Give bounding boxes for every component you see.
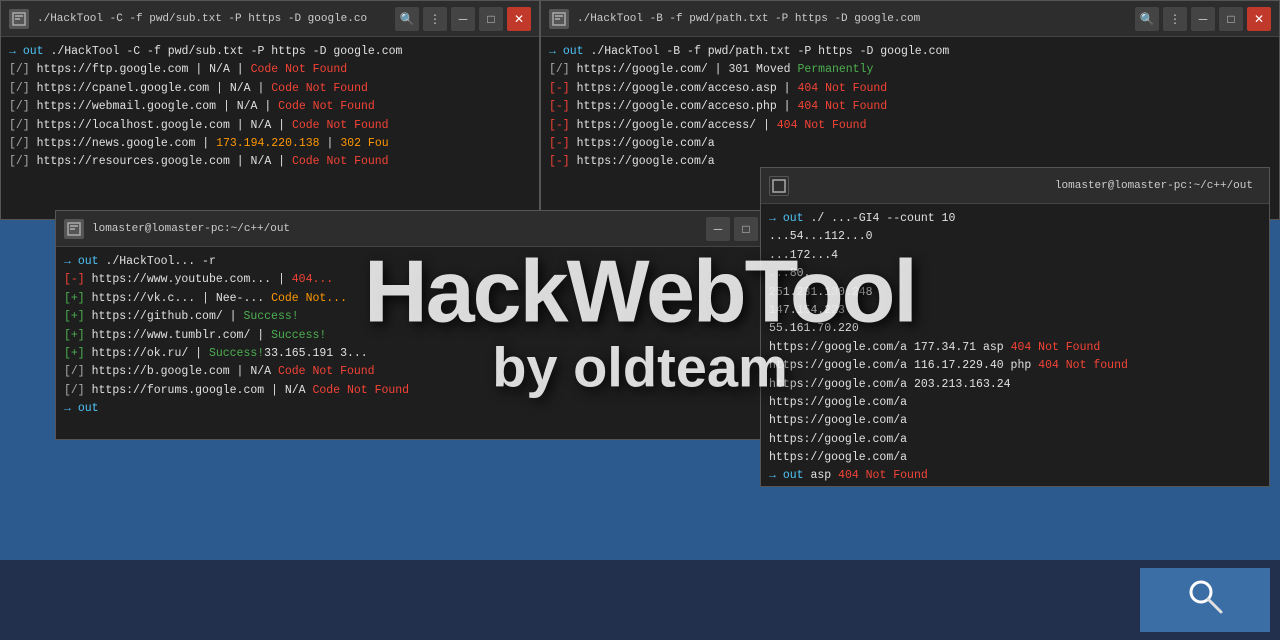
title-text-2: ./HackTool -B -f pwd/path.txt -P https -… xyxy=(577,13,1127,25)
term4-line-2: ...172...4 xyxy=(769,247,1261,265)
terminal-window-3: lomaster@lomaster-pc:~/c++/out ─ □ ✕ → o… xyxy=(55,210,795,440)
term3-line-1: [-] https://www.youtube.com... | 404... xyxy=(64,271,786,289)
titlebar-2: ./HackTool -B -f pwd/path.txt -P https -… xyxy=(541,1,1279,37)
title-text-1: ./HackTool -C -f pwd/sub.txt -P https -D… xyxy=(37,13,387,25)
term1-line-1: [/] https://ftp.google.com | N/A | Code … xyxy=(9,61,531,79)
term4-line-9: https://google.com/a 203.213.163.24 xyxy=(769,376,1261,394)
title-buttons-2: 🔍 ⋮ ─ □ ✕ xyxy=(1135,7,1271,31)
term2-line-cmd: → out ./HackTool -B -f pwd/path.txt -P h… xyxy=(549,43,1271,61)
terminal-body-3: → out ./HackTool... -r [-] https://www.y… xyxy=(56,247,794,439)
close-btn-1[interactable]: ✕ xyxy=(507,7,531,31)
term-icon-2 xyxy=(549,9,569,29)
term-icon-1 xyxy=(9,9,29,29)
titlebar-1: ./HackTool -C -f pwd/sub.txt -P https -D… xyxy=(1,1,539,37)
term2-line-5: [-] https://google.com/a xyxy=(549,135,1271,153)
term1-line-5: [/] https://news.google.com | 173.194.22… xyxy=(9,135,531,153)
title-text-3: lomaster@lomaster-pc:~/c++/out xyxy=(92,223,698,235)
term4-line-cmd: → out ./ ...-GI4 --count 10 xyxy=(769,210,1261,228)
menu-btn-1[interactable]: ⋮ xyxy=(423,7,447,31)
term1-line-6: [/] https://resources.google.com | N/A |… xyxy=(9,153,531,171)
term4-line-3: ...80. xyxy=(769,265,1261,283)
term4-line-8: https://google.com/a 116.17.229.40 php 4… xyxy=(769,357,1261,375)
term4-line-6: 55.161.70.220 xyxy=(769,320,1261,338)
term3-line-7: [/] https://forums.google.com | N/A Code… xyxy=(64,382,786,400)
minimize-btn-3[interactable]: ─ xyxy=(706,217,730,241)
terminal-body-1: → out ./HackTool -C -f pwd/sub.txt -P ht… xyxy=(1,37,539,219)
term3-line-6: [/] https://b.google.com | N/A Code Not … xyxy=(64,363,786,381)
term-icon-4 xyxy=(769,176,789,196)
menu-btn-2[interactable]: ⋮ xyxy=(1163,7,1187,31)
term3-line-4: [+] https://www.tumblr.com/ | Success! xyxy=(64,327,786,345)
maximize-btn-2[interactable]: □ xyxy=(1219,7,1243,31)
term2-line-4: [-] https://google.com/access/ | 404 Not… xyxy=(549,117,1271,135)
taskbar xyxy=(0,560,1280,640)
term3-line-2: [+] https://vk.c... | Nee-... Code Not..… xyxy=(64,290,786,308)
term1-line-4: [/] https://localhost.google.com | N/A |… xyxy=(9,117,531,135)
term3-cmd: → out ./HackTool... -r xyxy=(64,253,786,271)
search-widget[interactable] xyxy=(1140,568,1270,632)
term4-line-11: https://google.com/a xyxy=(769,412,1261,430)
term1-line-3: [/] https://webmail.google.com | N/A | C… xyxy=(9,98,531,116)
term3-line-3: [+] https://github.com/ | Success! xyxy=(64,308,786,326)
term4-cmd2: → out asp 404 Not Found xyxy=(769,467,1261,485)
term4-line-4: 251.231.130.248 xyxy=(769,284,1261,302)
titlebar-3: lomaster@lomaster-pc:~/c++/out ─ □ ✕ xyxy=(56,211,794,247)
maximize-btn-3[interactable]: □ xyxy=(734,217,758,241)
term4-line-13: https://google.com/a xyxy=(769,449,1261,467)
terminal-window-1: ./HackTool -C -f pwd/sub.txt -P https -D… xyxy=(0,0,540,220)
terminal-window-4: lomaster@lomaster-pc:~/c++/out → out ./ … xyxy=(760,167,1270,487)
term2-line-2: [-] https://google.com/acceso.asp | 404 … xyxy=(549,80,1271,98)
term4-line-5: 147.154.223 xyxy=(769,302,1261,320)
maximize-btn-1[interactable]: □ xyxy=(479,7,503,31)
minimize-btn-1[interactable]: ─ xyxy=(451,7,475,31)
term3-cmd2: → out xyxy=(64,400,786,418)
search-btn-1[interactable]: 🔍 xyxy=(395,7,419,31)
search-icon xyxy=(1185,576,1225,625)
title-buttons-1: 🔍 ⋮ ─ □ ✕ xyxy=(395,7,531,31)
terminal-body-4: → out ./ ...-GI4 --count 10 ...54...112.… xyxy=(761,204,1269,486)
term2-line-1: [/] https://google.com/ | 301 Moved Perm… xyxy=(549,61,1271,79)
titlebar-4: lomaster@lomaster-pc:~/c++/out xyxy=(761,168,1269,204)
desktop: ./HackTool -C -f pwd/sub.txt -P https -D… xyxy=(0,0,1280,640)
term4-line-10: https://google.com/a xyxy=(769,394,1261,412)
term1-line-cmd: → out ./HackTool -C -f pwd/sub.txt -P ht… xyxy=(9,43,531,61)
term-icon-3 xyxy=(64,219,84,239)
term4-line-7: https://google.com/a 177.34.71 asp 404 N… xyxy=(769,339,1261,357)
term3-line-5: [+] https://ok.ru/ | Success!33.165.191 … xyxy=(64,345,786,363)
title-text-4: lomaster@lomaster-pc:~/c++/out xyxy=(797,180,1261,192)
minimize-btn-2[interactable]: ─ xyxy=(1191,7,1215,31)
term4-line-1: ...54...112...0 xyxy=(769,228,1261,246)
term1-line-2: [/] https://cpanel.google.com | N/A | Co… xyxy=(9,80,531,98)
term2-line-3: [-] https://google.com/acceso.php | 404 … xyxy=(549,98,1271,116)
term4-line-12: https://google.com/a xyxy=(769,431,1261,449)
search-btn-2[interactable]: 🔍 xyxy=(1135,7,1159,31)
close-btn-2[interactable]: ✕ xyxy=(1247,7,1271,31)
